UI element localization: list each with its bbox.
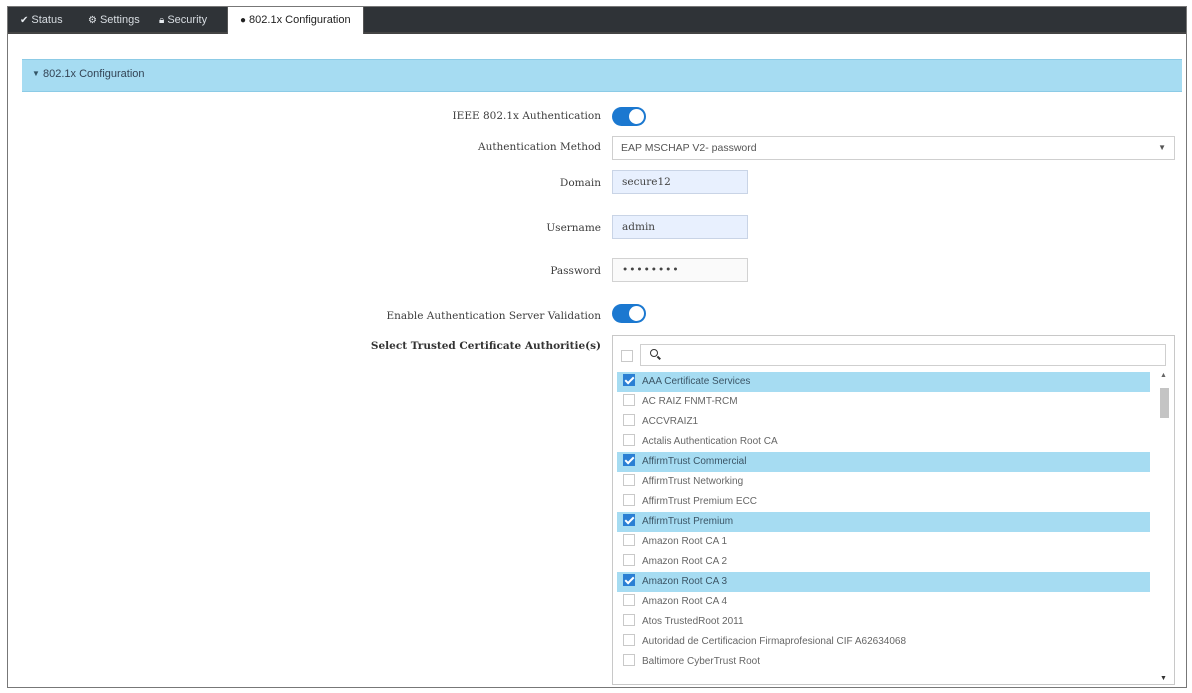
certificate-search-row: [621, 344, 1166, 366]
certificate-item[interactable]: Amazon Root CA 3: [617, 572, 1150, 592]
certificate-name: Autoridad de Certificacion Firmaprofesio…: [642, 636, 907, 647]
lock-icon: 🔒︎: [159, 15, 165, 26]
scrollbar-thumb[interactable]: [1160, 388, 1169, 418]
dot-icon: ●: [240, 15, 247, 26]
password-label: Password: [550, 265, 601, 277]
certificate-checkbox[interactable]: [623, 474, 635, 487]
tab-security[interactable]: 🔒︎ Security: [159, 7, 207, 32]
certificate-item[interactable]: Actalis Authentication Root CA: [617, 432, 1150, 452]
tab-8021x-label: 802.1x Configuration: [249, 14, 351, 26]
trusted-ca-label: Select Trusted Certificate Authoritie(s): [370, 340, 601, 352]
certificate-item[interactable]: Amazon Root CA 2: [617, 552, 1150, 572]
certificate-name: Atos TrustedRoot 2011: [642, 616, 744, 627]
password-input[interactable]: ••••••••: [612, 258, 748, 282]
certificate-name: Amazon Root CA 1: [642, 536, 728, 547]
certificate-name: AffirmTrust Commercial: [642, 456, 747, 467]
scrollbar[interactable]: ▲ ▼: [1158, 372, 1170, 682]
server-validation-label: Enable Authentication Server Validation: [386, 310, 601, 322]
tab-settings[interactable]: ⚙ Settings: [88, 7, 140, 32]
toggle-knob: [629, 306, 644, 321]
domain-input[interactable]: secure12: [612, 170, 748, 194]
certificate-checkbox[interactable]: [623, 374, 635, 387]
certificate-name: Actalis Authentication Root CA: [642, 436, 778, 447]
certificate-item[interactable]: Amazon Root CA 1: [617, 532, 1150, 552]
certificate-checkbox[interactable]: [623, 534, 635, 547]
certificate-item[interactable]: AffirmTrust Premium ECC: [617, 492, 1150, 512]
server-validation-toggle[interactable]: [612, 304, 646, 323]
certificate-name: AffirmTrust Premium ECC: [642, 496, 758, 507]
certificate-item[interactable]: AffirmTrust Commercial: [617, 452, 1150, 472]
scroll-up-icon[interactable]: ▲: [1160, 372, 1167, 379]
tab-8021x-configuration[interactable]: ● 802.1x Configuration: [227, 7, 364, 34]
certificate-item[interactable]: Amazon Root CA 4: [617, 592, 1150, 612]
gear-icon: ⚙: [88, 15, 97, 26]
username-label: Username: [546, 222, 601, 234]
certificate-name: Amazon Root CA 3: [642, 576, 728, 587]
check-icon: ✔: [20, 15, 29, 26]
certificate-checkbox[interactable]: [623, 594, 635, 607]
certificate-search-input[interactable]: [640, 344, 1166, 366]
tab-status-label: Status: [31, 14, 63, 26]
certificate-item[interactable]: AffirmTrust Premium: [617, 512, 1150, 532]
select-all-checkbox[interactable]: [621, 350, 633, 362]
ieee-8021x-label: IEEE 802.1x Authentication: [452, 110, 601, 122]
certificate-checkbox[interactable]: [623, 634, 635, 647]
domain-label: Domain: [559, 177, 601, 189]
certificate-checkbox[interactable]: [623, 514, 635, 527]
section-header[interactable]: ▼ 802.1x Configuration: [22, 59, 1182, 92]
certificate-item[interactable]: AC RAIZ FNMT-RCM: [617, 392, 1150, 412]
certificate-name: Amazon Root CA 2: [642, 556, 728, 567]
certificate-name: Baltimore CyberTrust Root: [642, 656, 760, 667]
certificate-name: Amazon Root CA 4: [642, 596, 728, 607]
caret-down-icon: ▼: [32, 69, 40, 78]
ieee-8021x-toggle[interactable]: [612, 107, 646, 126]
certificate-checkbox[interactable]: [623, 414, 635, 427]
certificate-checkbox[interactable]: [623, 494, 635, 507]
scroll-down-icon[interactable]: ▼: [1160, 675, 1167, 682]
dropdown-arrow-icon: ▼: [1158, 143, 1166, 152]
certificate-item[interactable]: AAA Certificate Services: [617, 372, 1150, 392]
certificate-item[interactable]: ACCVRAIZ1: [617, 412, 1150, 432]
certificate-checkbox[interactable]: [623, 554, 635, 567]
tab-bar: ✔ Status ⚙ Settings 🔒︎ Security ● 802.1x Con…: [8, 7, 1186, 34]
section-title: 802.1x Configuration: [43, 68, 145, 80]
certificate-checkbox[interactable]: [623, 434, 635, 447]
certificate-checkbox[interactable]: [623, 614, 635, 627]
search-icon: [650, 349, 658, 357]
auth-method-select[interactable]: EAP MSCHAP V2- password ▼: [612, 136, 1175, 160]
auth-method-value: EAP MSCHAP V2- password: [621, 142, 757, 154]
certificate-checkbox[interactable]: [623, 654, 635, 667]
certificate-list-box: AAA Certificate Services AC RAIZ FNMT-RCM…: [612, 335, 1175, 685]
certificate-name: AffirmTrust Premium: [642, 516, 734, 527]
certificate-checkbox[interactable]: [623, 574, 635, 587]
certificate-name: AffirmTrust Networking: [642, 476, 744, 487]
tab-security-label: Security: [167, 14, 208, 26]
certificate-item[interactable]: Atos TrustedRoot 2011: [617, 612, 1150, 632]
certificate-item[interactable]: Baltimore CyberTrust Root: [617, 652, 1150, 672]
certificate-list: AAA Certificate Services AC RAIZ FNMT-RCM…: [617, 372, 1150, 682]
toggle-knob: [629, 109, 644, 124]
certificate-item[interactable]: Autoridad de Certificacion Firmaprofesio…: [617, 632, 1150, 652]
tab-settings-label: Settings: [99, 14, 140, 26]
certificate-name: AC RAIZ FNMT-RCM: [642, 396, 738, 407]
certificate-name: ACCVRAIZ1: [642, 416, 699, 427]
certificate-checkbox[interactable]: [623, 454, 635, 467]
tab-status[interactable]: ✔ Status: [20, 7, 63, 32]
certificate-checkbox[interactable]: [623, 394, 635, 407]
username-input[interactable]: admin: [612, 215, 748, 239]
auth-method-label: Authentication Method: [477, 141, 601, 153]
page-frame: ✔ Status ⚙ Settings 🔒︎ Security ● 802.1x Con…: [7, 6, 1187, 688]
certificate-name: AAA Certificate Services: [642, 376, 751, 387]
certificate-item[interactable]: AffirmTrust Networking: [617, 472, 1150, 492]
